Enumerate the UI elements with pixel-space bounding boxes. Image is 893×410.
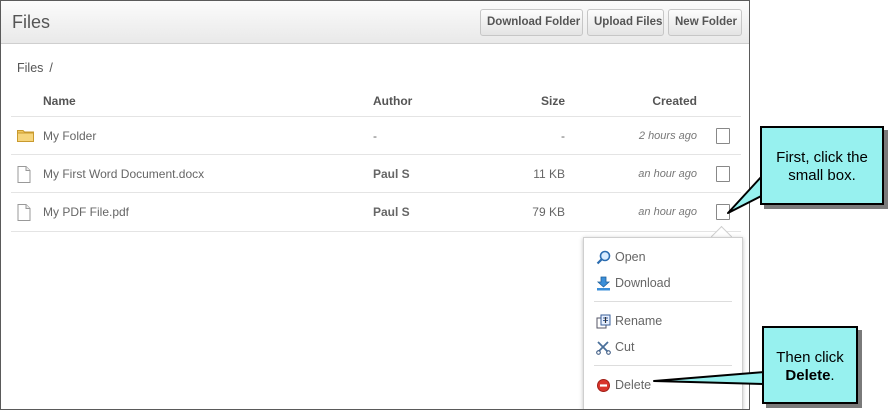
- callout-second-suffix: .: [830, 367, 835, 384]
- callout-second: Then click Delete.: [762, 326, 858, 404]
- callout-second-prefix: Then click: [776, 349, 844, 366]
- callout-first: First, click the small box.: [760, 126, 884, 205]
- callout-first-text: First, click the small box.: [776, 149, 868, 184]
- callout-second-bold: Delete: [785, 367, 831, 384]
- callout-leader-lines: [653, 175, 774, 385]
